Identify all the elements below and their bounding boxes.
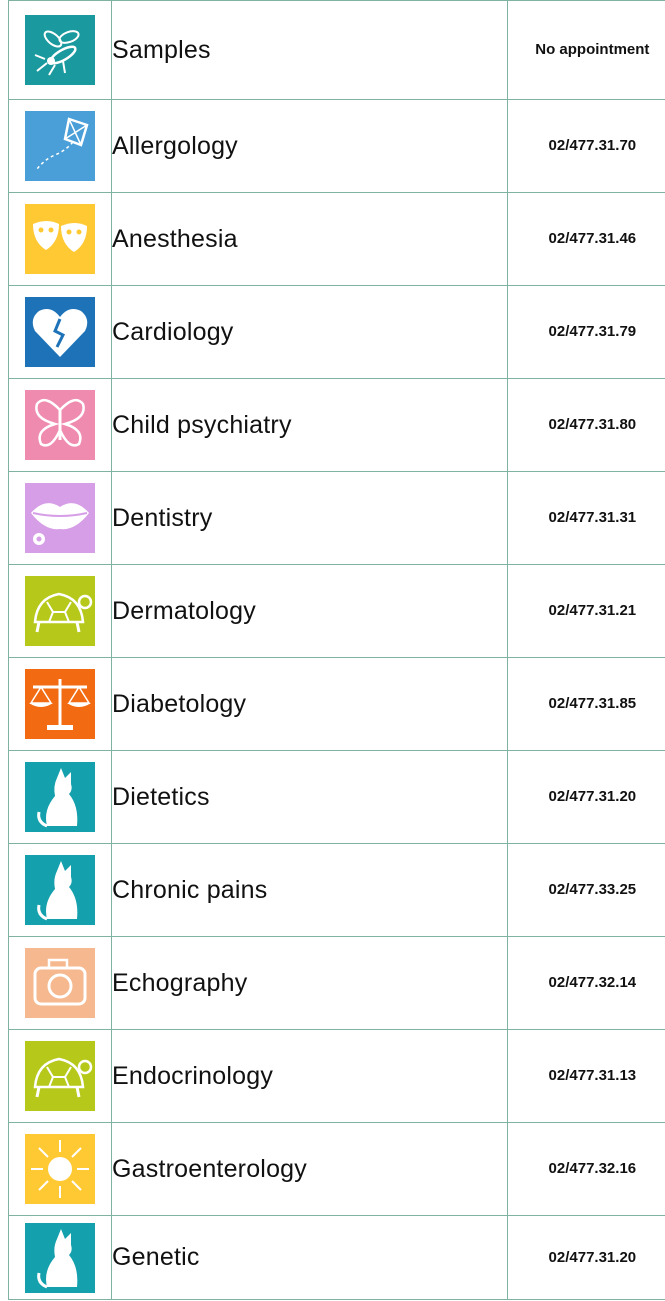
table-row: Samples No appointment: [8, 0, 665, 100]
service-name: Dentistry: [112, 503, 213, 532]
service-phone: 02/477.32.16: [548, 1160, 637, 1177]
table-row: Dietetics 02/477.31.20: [8, 750, 665, 844]
service-name: Anesthesia: [112, 224, 238, 253]
lips-icon: [25, 483, 95, 553]
services-table-wrapper: Samples No appointment Allergology 02/47…: [8, 0, 665, 1300]
service-phone: 02/477.32.14: [548, 974, 637, 991]
services-table: Samples No appointment Allergology 02/47…: [8, 0, 665, 1300]
service-name: Diabetology: [112, 689, 247, 718]
service-phone: 02/477.31.20: [548, 788, 637, 805]
service-phone: No appointment: [535, 41, 650, 58]
service-name: Allergology: [112, 131, 238, 160]
table-row: Diabetology 02/477.31.85: [8, 657, 665, 751]
mosquito-icon: [25, 15, 95, 85]
table-row: Genetic 02/477.31.20: [8, 1215, 665, 1300]
service-name: Child psychiatry: [112, 410, 292, 439]
service-name: Genetic: [112, 1243, 200, 1271]
service-phone: 02/477.31.80: [548, 416, 637, 433]
service-phone: 02/477.33.25: [548, 881, 637, 898]
service-phone: 02/477.31.20: [548, 1248, 637, 1266]
table-row: Chronic pains 02/477.33.25: [8, 843, 665, 937]
service-phone: 02/477.31.79: [548, 323, 637, 340]
scale-icon: [25, 669, 95, 739]
services-table-body: Samples No appointment Allergology 02/47…: [8, 0, 665, 1300]
service-phone: 02/477.31.70: [548, 137, 637, 154]
table-row: Echography 02/477.32.14: [8, 936, 665, 1030]
service-name: Dermatology: [112, 596, 256, 625]
sun-icon: [25, 1134, 95, 1204]
cat-icon: [25, 762, 95, 832]
service-name: Gastroenterology: [112, 1154, 307, 1183]
cat-icon: [25, 855, 95, 925]
service-name: Echography: [112, 968, 248, 997]
table-row: Dermatology 02/477.31.21: [8, 564, 665, 658]
service-name: Dietetics: [112, 782, 210, 811]
table-row: Child psychiatry 02/477.31.80: [8, 378, 665, 472]
turtle-icon: [25, 1041, 95, 1111]
service-name: Endocrinology: [112, 1061, 274, 1090]
table-row: Endocrinology 02/477.31.13: [8, 1029, 665, 1123]
kite-icon: [25, 111, 95, 181]
table-row: Dentistry 02/477.31.31: [8, 471, 665, 565]
service-phone: 02/477.31.85: [548, 695, 637, 712]
service-name: Cardiology: [112, 317, 234, 346]
broken-heart-icon: [25, 297, 95, 367]
service-phone: 02/477.31.46: [548, 230, 637, 247]
theater-masks-icon: [25, 204, 95, 274]
cat-icon: [25, 1222, 95, 1293]
service-name: Chronic pains: [112, 875, 268, 904]
table-row: Gastroenterology 02/477.32.16: [8, 1122, 665, 1216]
turtle-icon: [25, 576, 95, 646]
butterfly-icon: [25, 390, 95, 460]
table-row: Anesthesia 02/477.31.46: [8, 192, 665, 286]
service-phone: 02/477.31.21: [548, 602, 637, 619]
service-phone: 02/477.31.31: [548, 509, 637, 526]
service-phone: 02/477.31.13: [548, 1067, 637, 1084]
camera-icon: [25, 948, 95, 1018]
service-name: Samples: [112, 35, 211, 64]
table-row: Cardiology 02/477.31.79: [8, 285, 665, 379]
table-row: Allergology 02/477.31.70: [8, 99, 665, 193]
